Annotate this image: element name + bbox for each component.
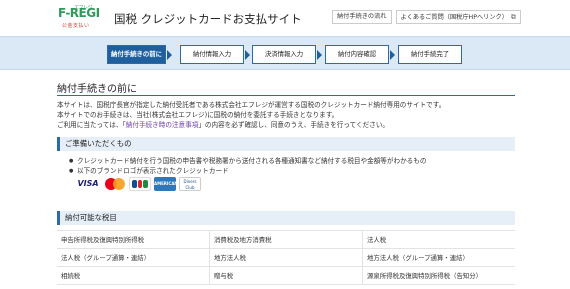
intro-text-after: 」の内容を必ず確認し、同意のうえ、手続きを行ってください。 xyxy=(198,121,390,129)
card-brands: VISA AMERICAN EXPRESS Diners Club xyxy=(75,177,201,200)
list-item: クレジットカード納付を行う国税の申告書や税務署から送付される各種通知書など納付す… xyxy=(69,156,426,166)
tax-section-heading: 納付可能な税目 xyxy=(57,211,515,225)
table-cell: 地方法人税（グループ通算・連結） xyxy=(367,254,469,262)
list-item: 以下のブランドロゴが表示されたクレジットカード xyxy=(69,166,426,176)
jcb-logo xyxy=(129,177,151,191)
intro-line: 本サイトは、国税庁長官が指定した納付受託者である株式会社エフレジが運営する国税の… xyxy=(57,101,446,109)
table-cell: 相続税 xyxy=(57,267,210,284)
table-cell: 法人税（グループ通算・連結） xyxy=(57,249,210,266)
step-before-procedure: 納付手続きの前に xyxy=(107,45,166,64)
step-arrow-icon xyxy=(245,50,250,60)
table-cell: 法人税 xyxy=(367,236,387,244)
logo-mark: F-REGI エフレジ xyxy=(58,5,100,20)
table-cell: 源泉所得税及復興特別所得税（告知分） xyxy=(367,272,483,280)
page-title: 納付手続きの前に xyxy=(57,84,137,95)
step-settlement-info: 決済情報入力 xyxy=(252,45,316,64)
step-payment-info: 納付情報入力 xyxy=(180,45,244,64)
table-cell: 贈与税 xyxy=(210,267,363,284)
site-title: 国税 クレジットカードお支払サイト xyxy=(114,12,302,26)
prep-section-heading: ご準備いただくもの xyxy=(57,137,515,151)
title-divider xyxy=(57,95,515,96)
table-row: 申告所得税及復興特別所得税 消費税及地方消費税 法人税 xyxy=(57,231,515,249)
step-arrow-icon xyxy=(167,50,172,60)
diners-logo: Diners Club xyxy=(179,177,201,191)
flow-link-label: 納付手続きの流れ xyxy=(337,13,387,20)
logo-sup: エフレジ xyxy=(74,5,93,11)
mastercard-logo xyxy=(104,177,126,191)
amex-logo: AMERICAN EXPRESS xyxy=(154,177,178,200)
flow-link[interactable]: 納付手続きの流れ xyxy=(332,10,392,24)
table-cell: 申告所得税及復興特別所得税 xyxy=(57,231,210,248)
header-links: 納付手続きの流れ よくあるご質問（国税庁HPへリンク） ⧉ xyxy=(332,10,521,24)
prep-list: クレジットカード納付を行う国税の申告書や税務署から送付される各種通知書など納付す… xyxy=(69,156,426,176)
step-complete: 納付手続完了 xyxy=(398,45,462,64)
notes-link[interactable]: 納付手続き時の注意事項 xyxy=(126,121,199,129)
logo-subtitle: 公金支払い xyxy=(62,23,90,29)
intro-line: 本サイトでのお手続きは、当社(株式会社エフレジ)に国税の納付を委託する手続きとな… xyxy=(57,111,339,119)
site-header: F-REGI エフレジ 公金支払い 国税 クレジットカードお支払サイト 納付手続… xyxy=(0,0,570,36)
progress-steps: 納付手続きの前に 納付情報入力 決済情報入力 納付内容確認 納付手続完了 xyxy=(0,36,570,70)
f-regi-logo[interactable]: F-REGI エフレジ 公金支払い xyxy=(58,5,108,32)
table-cell: 地方法人税 xyxy=(210,249,363,266)
step-arrow-icon xyxy=(390,50,395,60)
table-row: 法人税（グループ通算・連結） 地方法人税 地方法人税（グループ通算・連結） xyxy=(57,249,515,267)
intro-text: 本サイトは、国税庁長官が指定した納付受託者である株式会社エフレジが運営する国税の… xyxy=(57,100,517,130)
step-confirm: 納付内容確認 xyxy=(325,45,389,64)
table-row: 相続税 贈与税 源泉所得税及復興特別所得税（告知分） xyxy=(57,267,515,285)
faq-link-label: よくあるご質問（国税庁HPへリンク） xyxy=(400,14,508,21)
faq-link[interactable]: よくあるご質問（国税庁HPへリンク） ⧉ xyxy=(395,10,521,24)
table-cell: 消費税及地方消費税 xyxy=(210,231,363,248)
visa-logo: VISA xyxy=(75,177,101,191)
step-arrow-icon xyxy=(317,50,322,60)
external-link-icon: ⧉ xyxy=(510,13,516,21)
intro-text-before: ご利用に当たっては、「 xyxy=(57,121,126,129)
intro-line: ご利用に当たっては、「納付手続き時の注意事項」の内容を必ず確認し、同意のうえ、手… xyxy=(57,120,517,130)
tax-table: 申告所得税及復興特別所得税 消費税及地方消費税 法人税 法人税（グループ通算・連… xyxy=(57,230,515,285)
